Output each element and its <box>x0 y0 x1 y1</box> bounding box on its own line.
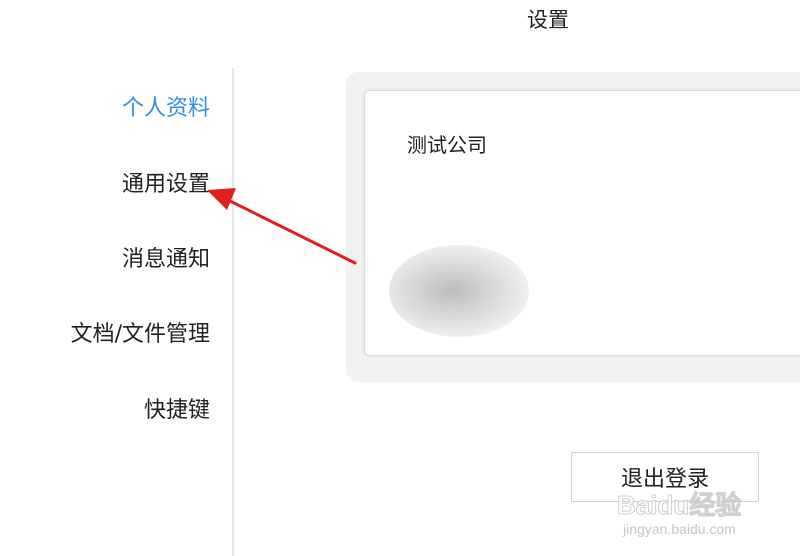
page-title: 设置 <box>527 8 569 32</box>
sidebar-item-profile[interactable]: 个人资料 <box>122 94 210 124</box>
sidebar-item-general-settings[interactable]: 通用设置 <box>122 170 210 200</box>
sidebar-item-notifications[interactable]: 消息通知 <box>122 245 210 275</box>
logout-button[interactable]: 退出登录 <box>571 452 759 502</box>
settings-sidebar: 个人资料 通用设置 消息通知 文档/文件管理 快捷键 <box>0 68 232 556</box>
watermark-url: jingyan.baidu.com <box>622 521 736 537</box>
sidebar-divider <box>232 68 234 556</box>
profile-card: 测试公司 <box>364 90 800 356</box>
sidebar-item-file-management[interactable]: 文档/文件管理 <box>71 320 210 350</box>
company-name: 测试公司 <box>407 133 487 157</box>
sidebar-item-shortcuts[interactable]: 快捷键 <box>144 396 210 426</box>
blurred-avatar <box>389 245 529 337</box>
settings-page: 设置 个人资料 通用设置 消息通知 文档/文件管理 快捷键 测试公司 退出登录 … <box>0 0 800 556</box>
